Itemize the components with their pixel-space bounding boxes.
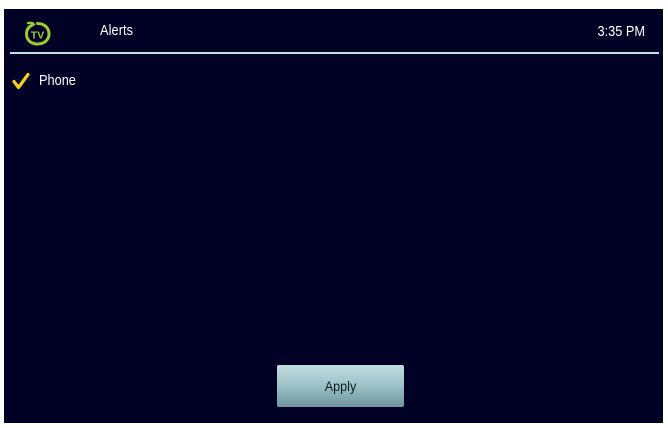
checkmark-icon	[12, 72, 30, 90]
apply-button-label: Apply	[324, 378, 357, 394]
alert-option-phone[interactable]: Phone	[12, 70, 81, 92]
alerts-screen: TV Alerts 3:35 PM Phone Apply	[4, 9, 663, 423]
tv-logo-icon: TV	[24, 21, 51, 46]
svg-text:TV: TV	[31, 30, 44, 42]
apply-button[interactable]: Apply	[277, 365, 404, 407]
header-bar: TV Alerts 3:35 PM	[4, 9, 663, 54]
clock-time: 3:35 PM	[597, 24, 645, 40]
option-label: Phone	[39, 73, 76, 89]
page-title: Alerts	[100, 23, 134, 39]
header-divider	[10, 52, 659, 54]
